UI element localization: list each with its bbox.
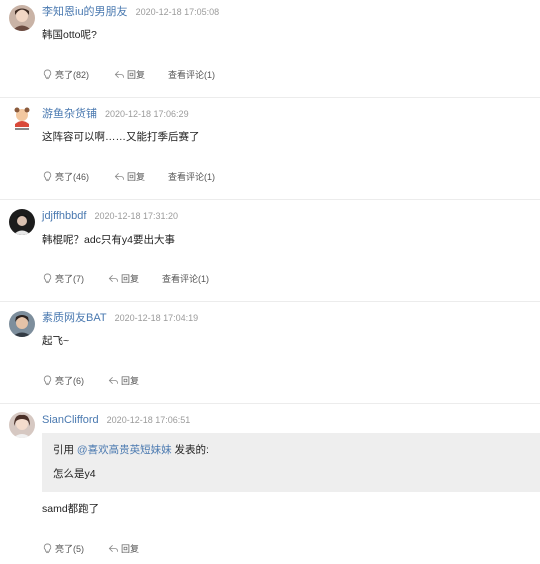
- comment-item: jdjffhbbdf 2020-12-18 17:31:20 韩棍呢？adc只有y…: [0, 200, 540, 302]
- lightbulb-icon: [43, 69, 52, 79]
- timestamp: 2020-12-18 17:06:51: [106, 415, 191, 425]
- comment-item: 游鱼杂货铺 2020-12-18 17:06:29 这阵容可以啊……又能打季后赛了…: [0, 98, 540, 200]
- comment-text: 这阵容可以啊……又能打季后赛了: [42, 131, 200, 143]
- lightbulb-icon: [43, 543, 52, 553]
- username[interactable]: 游鱼杂货铺: [42, 108, 97, 120]
- view-comments-link[interactable]: 查看评论(1): [162, 272, 209, 285]
- reply-icon: [114, 172, 125, 180]
- like-button[interactable]: 亮了(46): [42, 170, 114, 183]
- avatar[interactable]: [9, 209, 35, 235]
- comment-text: 起飞~: [42, 335, 70, 347]
- reply-button[interactable]: 回复: [114, 170, 168, 183]
- comment-item: SianClifford 2020-12-18 17:06:51 引用 @喜欢高贵…: [0, 404, 540, 564]
- comment-item: 素质网友BAT 2020-12-18 17:04:19 起飞~ 亮了(6) 回复: [0, 302, 540, 404]
- reply-icon: [114, 70, 125, 78]
- avatar[interactable]: [9, 106, 35, 132]
- timestamp: 2020-12-18 17:05:08: [135, 7, 220, 17]
- reply-icon: [108, 544, 119, 552]
- quote-header: 引用 @喜欢高贵英短妹妹 发表的:: [53, 443, 209, 457]
- username[interactable]: jdjffhbbdf: [42, 210, 86, 222]
- view-comments-link[interactable]: 查看评论(1): [168, 68, 215, 81]
- quote-text: 怎么是y4: [53, 468, 96, 480]
- reply-button[interactable]: 回复: [114, 68, 168, 81]
- reply-button[interactable]: 回复: [108, 374, 139, 387]
- like-count: 亮了(6): [55, 375, 84, 386]
- reply-label: 回复: [121, 543, 140, 554]
- view-comments-label: 查看评论(1): [162, 273, 209, 284]
- reply-icon: [108, 274, 119, 282]
- comment-text: 韩棍呢？adc只有y4要出大事: [42, 234, 176, 246]
- like-count: 亮了(5): [55, 543, 84, 554]
- comment-item: 李知恩iu的男朋友 2020-12-18 17:05:08 韩国otto呢? 亮了…: [0, 0, 540, 98]
- reply-button[interactable]: 回复: [108, 272, 162, 285]
- view-comments-label: 查看评论(1): [168, 69, 215, 80]
- view-comments-label: 查看评论(1): [168, 171, 215, 182]
- avatar[interactable]: [9, 412, 35, 438]
- timestamp: 2020-12-18 17:04:19: [114, 313, 199, 323]
- reply-icon: [108, 376, 119, 384]
- reply-label: 回复: [121, 273, 140, 284]
- like-count: 亮了(46): [55, 171, 90, 182]
- avatar[interactable]: [9, 5, 35, 31]
- quoted-user-link[interactable]: @喜欢高贵英短妹妹: [77, 444, 172, 456]
- reply-label: 回复: [127, 171, 146, 182]
- view-comments-link[interactable]: 查看评论(1): [168, 170, 215, 183]
- like-button[interactable]: 亮了(6): [42, 374, 108, 387]
- like-count: 亮了(82): [55, 69, 90, 80]
- reply-label: 回复: [127, 69, 146, 80]
- quote-block: 引用 @喜欢高贵英短妹妹 发表的: 怎么是y4: [42, 433, 540, 492]
- reply-label: 回复: [121, 375, 140, 386]
- quote-prefix: 引用: [53, 444, 77, 456]
- reply-button[interactable]: 回复: [108, 542, 139, 555]
- comment-text: samd都跑了: [42, 503, 100, 515]
- lightbulb-icon: [43, 375, 52, 385]
- lightbulb-icon: [43, 171, 52, 181]
- like-button[interactable]: 亮了(7): [42, 272, 108, 285]
- quote-suffix: 发表的:: [171, 444, 209, 456]
- like-count: 亮了(7): [55, 273, 84, 284]
- avatar[interactable]: [9, 311, 35, 337]
- username[interactable]: 素质网友BAT: [42, 312, 107, 324]
- timestamp: 2020-12-18 17:06:29: [105, 109, 189, 119]
- comment-text: 韩国otto呢?: [42, 29, 97, 41]
- like-button[interactable]: 亮了(5): [42, 542, 108, 555]
- like-button[interactable]: 亮了(82): [42, 68, 114, 81]
- lightbulb-icon: [43, 273, 52, 283]
- timestamp: 2020-12-18 17:31:20: [94, 211, 179, 221]
- username[interactable]: 李知恩iu的男朋友: [42, 6, 128, 18]
- username[interactable]: SianClifford: [42, 414, 99, 426]
